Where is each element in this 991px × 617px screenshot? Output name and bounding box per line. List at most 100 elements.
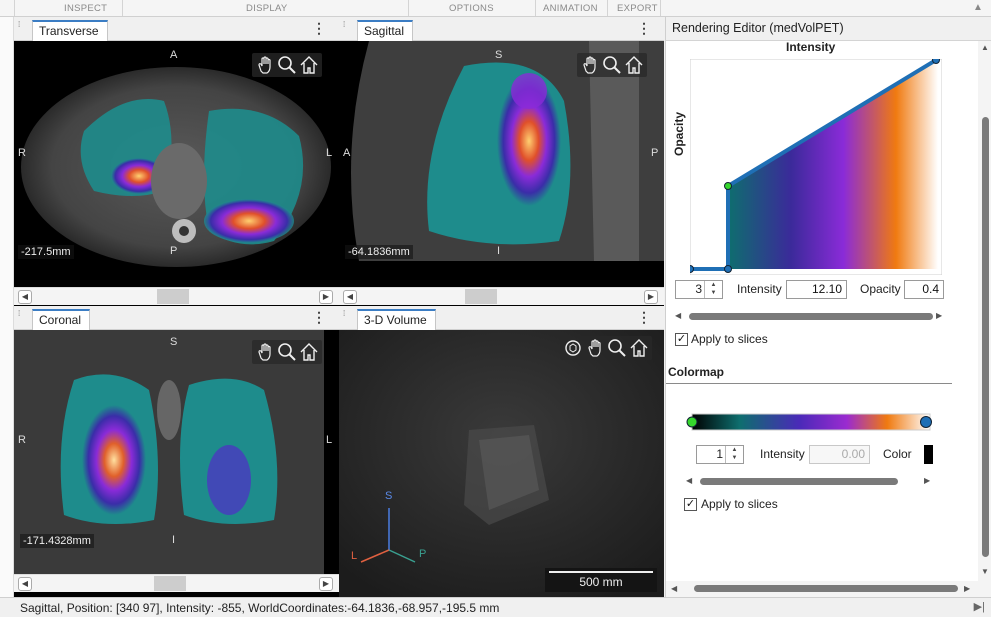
transverse-panel-header: ⁞ Transverse ⋮ xyxy=(14,17,339,41)
control-point[interactable] xyxy=(690,265,694,273)
intensity-label: Intensity xyxy=(737,282,782,296)
transverse-view[interactable]: A P R L -217.5mm xyxy=(14,41,339,287)
horizontal-scroll-thumb[interactable] xyxy=(694,585,958,592)
scroll-thumb[interactable] xyxy=(154,576,186,591)
scroll-left-icon[interactable]: ◀ xyxy=(671,584,677,593)
tab-sagittal[interactable]: Sagittal xyxy=(357,20,414,41)
zoom-icon[interactable] xyxy=(277,55,297,75)
toolstrip: INSPECT DISPLAY OPTIONS ANIMATION EXPORT… xyxy=(0,0,991,17)
pan-hand-icon[interactable] xyxy=(585,338,605,358)
home-icon[interactable] xyxy=(299,342,319,362)
colormap-intensity-field[interactable]: 0.00 xyxy=(809,445,870,464)
panel-menu-icon[interactable]: ⋮ xyxy=(637,21,651,37)
editor-title: Rendering Editor (medVolPET) xyxy=(672,21,844,35)
panel-grip-icon[interactable]: ⁞ xyxy=(343,310,347,322)
scroll-left-icon[interactable]: ◀ xyxy=(686,476,692,485)
panel-grip-icon[interactable]: ⁞ xyxy=(343,21,347,33)
colormap-bar[interactable] xyxy=(686,412,936,432)
toolstrip-section-options[interactable]: OPTIONS xyxy=(449,3,494,14)
point-index-spinner[interactable]: 3 ▲ ▼ xyxy=(675,280,723,299)
coronal-slice-scrollbar[interactable]: ◀ ▶ xyxy=(14,574,339,592)
spinner-arrows[interactable]: ▲ ▼ xyxy=(725,446,743,463)
section-divider xyxy=(666,383,952,384)
vertical-scroll-thumb[interactable] xyxy=(982,117,989,557)
status-panel-toggle-icon[interactable]: ▶| xyxy=(974,600,985,613)
scroll-thumb[interactable] xyxy=(465,289,497,304)
colormap-scroll[interactable]: ◀ ▶ xyxy=(686,476,932,485)
orientation-top: S xyxy=(495,49,503,61)
pan-hand-icon[interactable] xyxy=(580,55,600,75)
sagittal-slice-scrollbar[interactable]: ◀ ▶ xyxy=(339,287,664,305)
panel-grip-icon[interactable]: ⁞ xyxy=(18,310,22,322)
axis-label-s: S xyxy=(385,490,393,502)
spin-down-icon[interactable]: ▼ xyxy=(705,289,722,297)
scroll-left-icon[interactable]: ◀ xyxy=(675,311,681,320)
scroll-up-icon[interactable]: ▲ xyxy=(981,43,989,52)
home-icon[interactable] xyxy=(299,55,319,75)
spin-down-icon[interactable]: ▼ xyxy=(726,454,743,462)
toolstrip-section-animation[interactable]: ANIMATION xyxy=(543,3,598,14)
editor-vertical-scrollbar[interactable]: ▲ ▼ xyxy=(978,41,991,581)
collapse-toolstrip-icon[interactable]: ▲ xyxy=(971,1,985,15)
panel-menu-icon[interactable]: ⋮ xyxy=(312,310,326,326)
toolstrip-section-inspect[interactable]: INSPECT xyxy=(64,3,107,14)
volume-render[interactable] xyxy=(339,330,664,597)
control-point[interactable] xyxy=(932,59,940,64)
colormap-index-spinner[interactable]: 1 ▲ ▼ xyxy=(696,445,744,464)
spin-up-icon[interactable]: ▲ xyxy=(726,446,743,454)
control-point-selected[interactable] xyxy=(724,182,732,190)
control-point[interactable] xyxy=(724,265,732,273)
opacity-transfer-chart[interactable] xyxy=(690,59,942,275)
color-swatch[interactable] xyxy=(924,445,933,464)
colormap-apply-checkbox[interactable]: ✓ xyxy=(684,498,697,511)
home-icon[interactable] xyxy=(624,55,644,75)
coronal-view[interactable]: S I R L -171.4328mm xyxy=(14,330,339,578)
opacity-field[interactable]: 0.4 xyxy=(904,280,944,299)
zoom-icon[interactable] xyxy=(277,342,297,362)
scroll-right-icon[interactable]: ▶ xyxy=(644,290,658,304)
toolstrip-section-display[interactable]: DISPLAY xyxy=(246,3,288,14)
orientation-right: L xyxy=(326,434,333,446)
volume-view[interactable]: S L P 500 mm xyxy=(339,330,664,597)
panel-menu-icon[interactable]: ⋮ xyxy=(312,21,326,37)
scroll-right-icon[interactable]: ▶ xyxy=(319,290,333,304)
scroll-right-icon[interactable]: ▶ xyxy=(319,577,333,591)
point-scroll-thumb[interactable] xyxy=(689,313,933,320)
panel-grip-icon[interactable]: ⁞ xyxy=(18,21,22,33)
view-toolbar xyxy=(560,336,652,360)
scroll-down-icon[interactable]: ▼ xyxy=(981,567,989,576)
scroll-right-icon[interactable]: ▶ xyxy=(936,311,942,320)
home-icon[interactable] xyxy=(629,338,649,358)
scroll-left-icon[interactable]: ◀ xyxy=(18,290,32,304)
tab-coronal[interactable]: Coronal xyxy=(32,309,91,330)
panel-menu-icon[interactable]: ⋮ xyxy=(637,310,651,326)
colormap-index-value: 1 xyxy=(716,447,723,461)
transverse-slice-scrollbar[interactable]: ◀ ▶ xyxy=(14,287,339,305)
pan-hand-icon[interactable] xyxy=(255,342,275,362)
scroll-left-icon[interactable]: ◀ xyxy=(18,577,32,591)
pan-hand-icon[interactable] xyxy=(255,55,275,75)
colormap-scroll-thumb[interactable] xyxy=(700,478,898,485)
spinner-arrows[interactable]: ▲ ▼ xyxy=(704,281,722,298)
point-scroll[interactable]: ◀ ▶ xyxy=(675,311,943,320)
toolstrip-section-export[interactable]: EXPORT xyxy=(617,3,658,14)
view-toolbar xyxy=(577,53,647,77)
scroll-right-icon[interactable]: ▶ xyxy=(964,584,970,593)
tab-transverse[interactable]: Transverse xyxy=(32,20,108,41)
scroll-left-icon[interactable]: ◀ xyxy=(343,290,357,304)
scroll-right-icon[interactable]: ▶ xyxy=(924,476,930,485)
intensity-field[interactable]: 12.10 xyxy=(786,280,847,299)
colormap-point[interactable] xyxy=(920,416,932,428)
sagittal-view[interactable]: S I A P -64.1836mm xyxy=(339,41,664,287)
scroll-thumb[interactable] xyxy=(157,289,189,304)
zoom-icon[interactable] xyxy=(602,55,622,75)
rotate-icon[interactable] xyxy=(563,338,583,358)
apply-to-slices-checkbox[interactable]: ✓ xyxy=(675,333,688,346)
editor-horizontal-scrollbar[interactable]: ◀ ▶ xyxy=(666,581,991,597)
orientation-left: A xyxy=(343,147,351,159)
spin-up-icon[interactable]: ▲ xyxy=(705,281,722,289)
colormap-intensity-label: Intensity xyxy=(760,447,805,461)
zoom-icon[interactable] xyxy=(607,338,627,358)
tab-3d-volume[interactable]: 3-D Volume xyxy=(357,309,436,330)
colormap-point-selected[interactable] xyxy=(686,416,698,428)
